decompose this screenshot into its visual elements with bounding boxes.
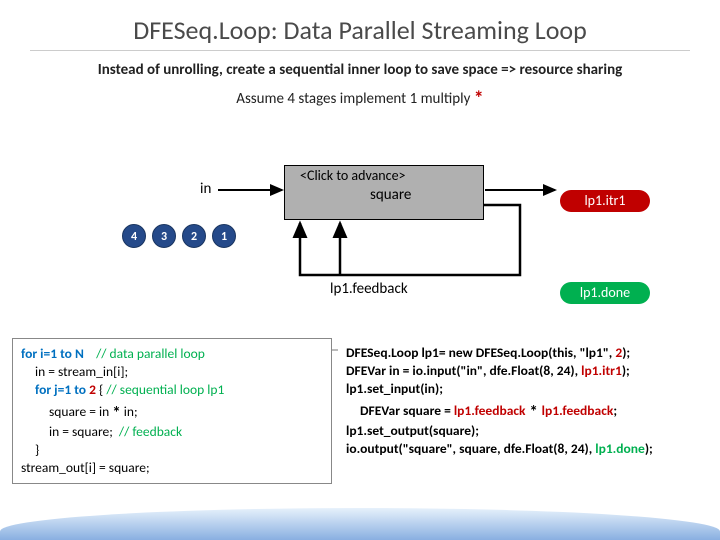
star-icon: * [474,87,484,111]
click-advance[interactable]: <Click to advance> [300,167,406,184]
code: ); [622,362,630,379]
pill-itr1: lp1.itr1 [560,190,650,212]
stage-dot-3: 3 [152,224,176,248]
code: DFEVar square = [360,402,454,419]
code: lp1.set_output(square); [346,422,710,440]
comment: // sequential loop lp1 [106,381,224,398]
code: lp1.feedback [454,402,526,419]
pseudocode-box: for i=1 to N // data parallel loop in = … [12,338,332,484]
code: in = stream_in[i]; [21,363,323,381]
code: for j=1 to [35,381,89,398]
code: lp1.feedback [542,402,614,419]
code: } [21,441,323,459]
api-code-box: DFESeq.Loop lp1= new DFESeq.Loop(this, "… [338,338,718,464]
code: in = square; [49,423,113,440]
code: io.output("square", square, dfe.Float(8,… [346,440,595,457]
code: in; [121,403,138,420]
square-label: square [370,186,411,204]
code: DFEVar in = io.input("in", dfe.Float(8, … [346,362,581,379]
slide-subtitle: Instead of unrolling, create a sequentia… [0,51,720,85]
comment: // data parallel loop [96,345,205,362]
star-icon: * [112,402,120,423]
code: lp1.done [595,440,645,457]
assume-line: Assume 4 stages implement 1 multiply * [0,85,720,117]
code: ; [613,402,617,419]
slide-title: DFESeq.Loop: Data Parallel Streaming Loo… [30,0,690,51]
code: ); [622,344,630,361]
code: for i=1 to N [21,345,84,362]
code: DFESeq.Loop lp1= new DFESeq.Loop(this, "… [346,344,615,361]
code: { [96,381,106,398]
pill-done: lp1.done [560,282,650,304]
feedback-label: lp1.feedback [330,280,408,298]
stage-dot-4: 4 [122,224,146,248]
code: lp1.itr1 [581,362,622,379]
code: lp1.set_input(in); [346,380,710,398]
stage-dot-2: 2 [182,224,206,248]
stage-dot-1: 1 [212,224,236,248]
in-label: in [200,180,211,198]
code: 2 [89,381,96,398]
star-icon: * [526,401,542,422]
assume-text: Assume 4 stages implement 1 multiply [236,90,473,108]
code: square = in [49,403,112,420]
code: stream_out[i] = square; [21,459,323,477]
footer-wave [0,508,720,540]
code: ); [645,440,653,457]
comment: // feedback [119,423,182,440]
